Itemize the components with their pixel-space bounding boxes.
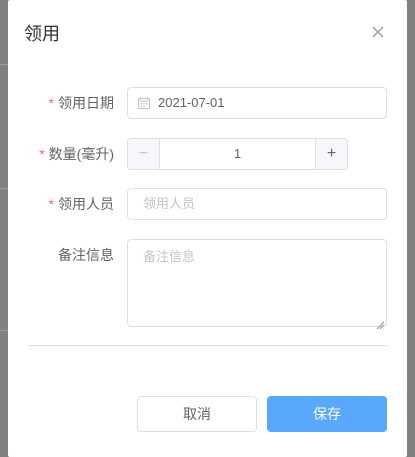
quantity-stepper[interactable]: − 1 + (127, 138, 348, 170)
date-label: * 领用日期 (48, 95, 114, 111)
increment-button[interactable]: + (315, 139, 347, 169)
decrement-button[interactable]: − (128, 139, 160, 169)
required-mark: * (39, 146, 45, 162)
date-picker[interactable]: 2021-07-01 (127, 87, 387, 119)
save-button[interactable]: 保存 (267, 396, 387, 432)
person-input[interactable]: 领用人员 (127, 188, 387, 220)
remarks-placeholder: 备注信息 (143, 249, 196, 264)
dialog: 领用 * 领用日期 2021-07-01 * 数量(毫升) − 1 + * 领用… (8, 0, 407, 457)
required-mark: * (48, 196, 54, 212)
remarks-textarea[interactable]: 备注信息 (127, 239, 387, 330)
background-divider (0, 188, 8, 189)
quantity-value[interactable]: 1 (160, 139, 315, 169)
footer-divider (28, 345, 387, 346)
required-mark: * (48, 95, 54, 111)
dialog-title: 领用 (24, 24, 60, 44)
cancel-button[interactable]: 取消 (137, 396, 257, 432)
background-divider (0, 64, 8, 65)
remarks-label: 备注信息 (58, 247, 114, 263)
person-label: * 领用人员 (48, 196, 114, 212)
date-value: 2021-07-01 (158, 95, 225, 110)
background-divider (0, 330, 8, 331)
resize-handle-icon[interactable] (376, 316, 385, 330)
close-icon[interactable] (369, 23, 387, 41)
quantity-label: * 数量(毫升) (39, 146, 114, 162)
person-placeholder: 领用人员 (143, 196, 196, 211)
calendar-icon (138, 97, 150, 109)
